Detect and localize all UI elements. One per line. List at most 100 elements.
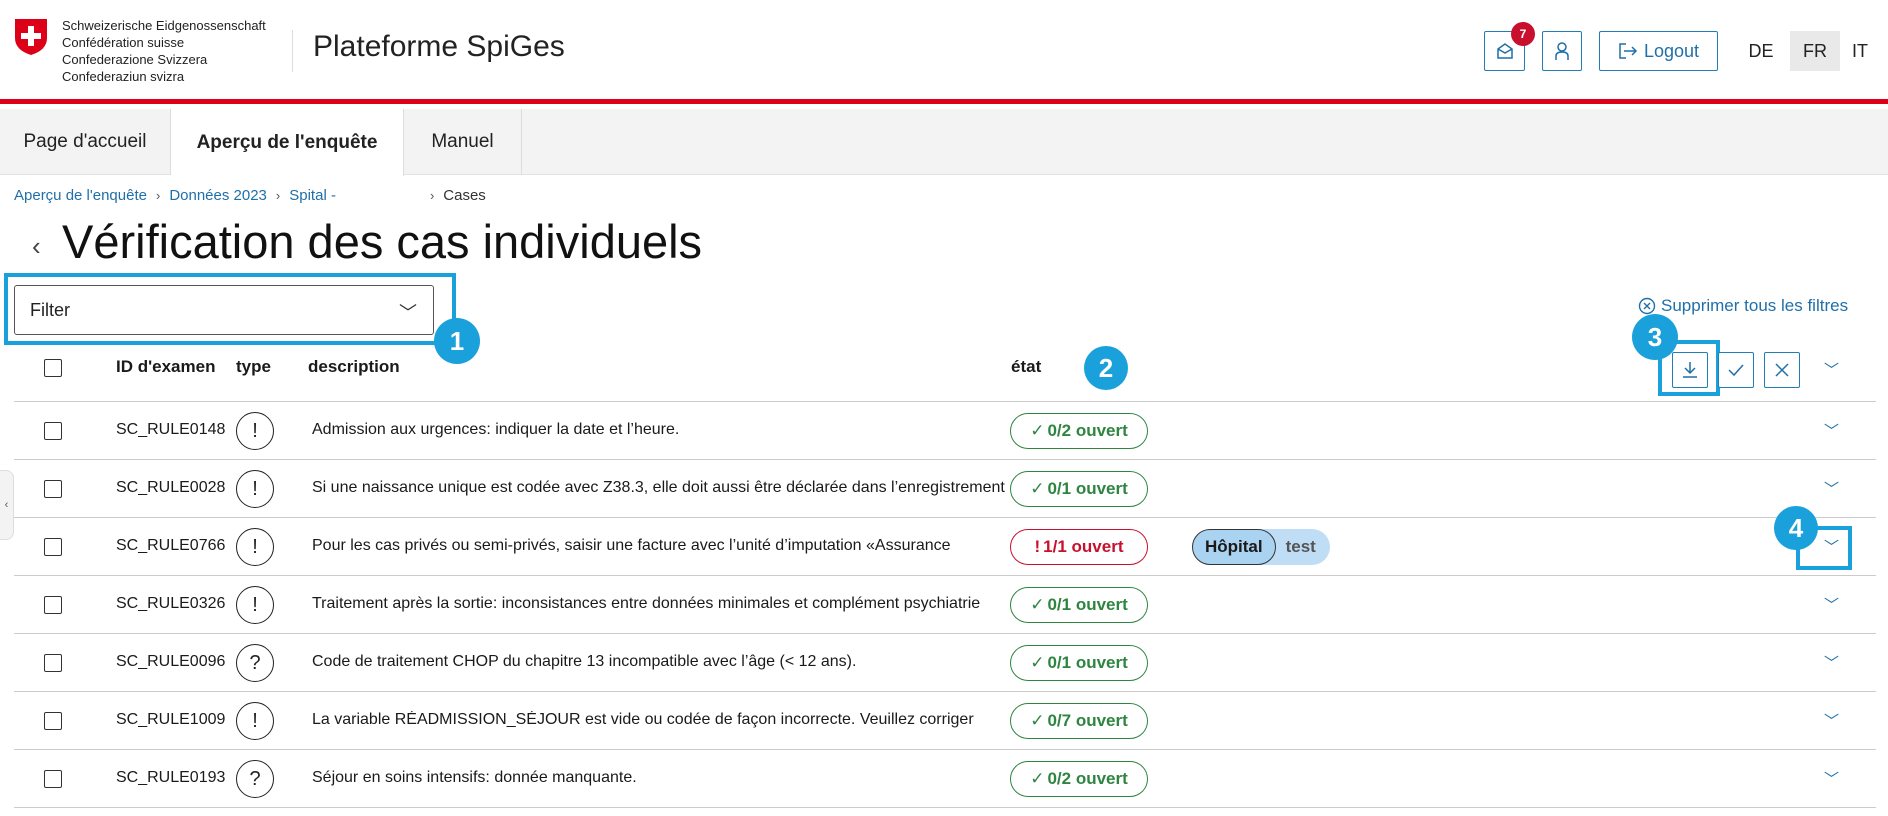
row-checkbox[interactable] (44, 538, 62, 556)
expand-all-chevron-icon[interactable]: ﹀ (1824, 359, 1839, 380)
language-de[interactable]: DE (1736, 31, 1786, 71)
row-expand-chevron-icon[interactable]: ﹀ (1824, 768, 1839, 789)
breadcrumb-spital[interactable]: Spital - (289, 187, 336, 204)
confederation-name: Schweizerische Eidgenossenschaft Confédé… (62, 18, 266, 84)
notifications-button[interactable]: 7 (1484, 22, 1535, 71)
chevron-down-icon: ﹀ (399, 303, 417, 323)
exclamation-icon: ! (1034, 537, 1041, 556)
language-fr[interactable]: FR (1790, 31, 1840, 71)
table-row[interactable]: SC_RULE0028 ! Si une naissance unique es… (14, 460, 1876, 518)
check-icon: ✓ (1030, 653, 1045, 672)
column-header-type[interactable]: type (236, 357, 271, 377)
row-tags: Hôpital test (1192, 529, 1330, 565)
main-navigation: Page d'accueil Aperçu de l'enquête Manue… (0, 109, 1888, 176)
warning-type-icon: ! (236, 586, 274, 624)
checkmark-icon (1728, 364, 1744, 377)
download-button[interactable] (1672, 352, 1708, 388)
breadcrumb-separator-icon: › (429, 188, 435, 203)
table-row[interactable]: SC_RULE0766 ! Pour les cas privés ou sem… (14, 518, 1876, 576)
row-checkbox[interactable] (44, 480, 62, 498)
table-row[interactable]: SC_RULE0326 ! Traitement après la sortie… (14, 576, 1876, 634)
warning-type-icon: ! (236, 528, 274, 566)
warning-type-icon: ! (236, 470, 274, 508)
row-expand-chevron-icon[interactable]: ﹀ (1824, 710, 1839, 731)
logout-button[interactable]: Logout (1599, 31, 1718, 71)
swiss-coat-of-arms-icon (15, 19, 47, 55)
check-icon: ✓ (1030, 421, 1045, 440)
question-type-icon: ? (236, 760, 274, 798)
column-header-id[interactable]: ID d'examen (116, 357, 215, 377)
table-row[interactable]: SC_RULE0096 ? Code de traitement CHOP du… (14, 634, 1876, 692)
row-exam-id: SC_RULE0148 (116, 421, 226, 438)
close-icon (1775, 363, 1789, 377)
status-badge: ! 1/1 ouvert (1010, 529, 1148, 565)
user-profile-button[interactable] (1542, 31, 1582, 71)
table-row[interactable]: SC_RULE1009 ! La variable RÉADMISSION_SÉ… (14, 692, 1876, 750)
notification-badge: 7 (1511, 22, 1535, 46)
clear-filters-link[interactable]: Supprimer tous les filtres (1638, 296, 1848, 316)
row-expand-chevron-icon[interactable]: ﹀ (1824, 652, 1839, 673)
status-badge: ✓ 0/2 ouvert (1010, 413, 1148, 449)
row-checkbox[interactable] (44, 712, 62, 730)
download-icon (1683, 362, 1697, 378)
language-it[interactable]: IT (1840, 31, 1880, 71)
tab-survey-overview[interactable]: Aperçu de l'enquête (171, 109, 404, 176)
select-all-checkbox[interactable] (44, 359, 62, 377)
check-icon: ✓ (1030, 595, 1045, 614)
warning-type-icon: ! (236, 412, 274, 450)
check-icon: ✓ (1030, 479, 1045, 498)
filter-dropdown[interactable]: Filter ﹀ (14, 285, 434, 335)
row-expand-chevron-icon[interactable]: ﹀ (1824, 594, 1839, 615)
tab-home[interactable]: Page d'accueil (0, 109, 171, 175)
clear-circle-icon (1638, 297, 1656, 315)
reject-all-button[interactable] (1764, 352, 1800, 388)
row-exam-id: SC_RULE1009 (116, 711, 226, 728)
user-icon (1555, 42, 1569, 60)
row-description: La variable RÉADMISSION_SÉJOUR est vide … (312, 711, 974, 728)
row-checkbox[interactable] (44, 770, 62, 788)
row-description: Traitement après la sortie: inconsistanc… (312, 595, 981, 612)
row-exam-id: SC_RULE0028 (116, 479, 226, 496)
sidebar-toggle-chevron-icon[interactable]: ‹ (0, 470, 14, 540)
site-header: Schweizerische Eidgenossenschaft Confédé… (0, 0, 1888, 104)
row-description: Admission aux urgences: indiquer la date… (312, 421, 680, 438)
status-badge: ✓ 0/1 ouvert (1010, 645, 1148, 681)
back-chevron-icon[interactable]: ‹ (32, 231, 41, 262)
breadcrumb-current: Cases (443, 187, 486, 204)
check-icon: ✓ (1030, 769, 1045, 788)
breadcrumb-separator-icon: › (155, 188, 161, 203)
row-exam-id: SC_RULE0766 (116, 537, 226, 554)
row-description: Pour les cas privés ou semi-privés, sais… (312, 537, 951, 554)
row-checkbox[interactable] (44, 596, 62, 614)
row-exam-id: SC_RULE0096 (116, 653, 226, 670)
check-icon: ✓ (1030, 711, 1045, 730)
callout-4: 4 (1774, 506, 1818, 550)
breadcrumb-separator-icon: › (275, 188, 281, 203)
column-header-description[interactable]: description (308, 357, 400, 377)
breadcrumb-survey-overview[interactable]: Aperçu de l'enquête (14, 187, 147, 204)
row-exam-id: SC_RULE0326 (116, 595, 226, 612)
inbox-icon (1496, 43, 1513, 59)
status-badge: ✓ 0/1 ouvert (1010, 471, 1148, 507)
confirm-all-button[interactable] (1718, 352, 1754, 388)
status-badge: ✓ 0/1 ouvert (1010, 587, 1148, 623)
warning-type-icon: ! (236, 702, 274, 740)
row-expand-chevron-icon[interactable]: ﹀ (1824, 478, 1839, 499)
row-checkbox[interactable] (44, 422, 62, 440)
tag-hospital[interactable]: Hôpital (1192, 529, 1276, 565)
row-description: Séjour en soins intensifs: donnée manqua… (312, 769, 637, 786)
table-row[interactable]: SC_RULE0193 ? Séjour en soins intensifs:… (14, 750, 1876, 808)
column-header-state[interactable]: état (1011, 357, 1041, 377)
status-badge: ✓ 0/7 ouvert (1010, 703, 1148, 739)
breadcrumb-data-2023[interactable]: Données 2023 (169, 187, 267, 204)
callout-2: 2 (1084, 346, 1128, 390)
callout-1: 1 (434, 318, 480, 364)
table-row[interactable]: SC_RULE0148 ! Admission aux urgences: in… (14, 402, 1876, 460)
status-badge: ✓ 0/2 ouvert (1010, 761, 1148, 797)
row-checkbox[interactable] (44, 654, 62, 672)
tab-manual[interactable]: Manuel (404, 109, 522, 175)
question-type-icon: ? (236, 644, 274, 682)
row-description: Code de traitement CHOP du chapitre 13 i… (312, 653, 857, 670)
breadcrumb: Aperçu de l'enquête › Données 2023 › Spi… (14, 187, 486, 204)
row-expand-chevron-icon[interactable]: ﹀ (1824, 420, 1839, 441)
